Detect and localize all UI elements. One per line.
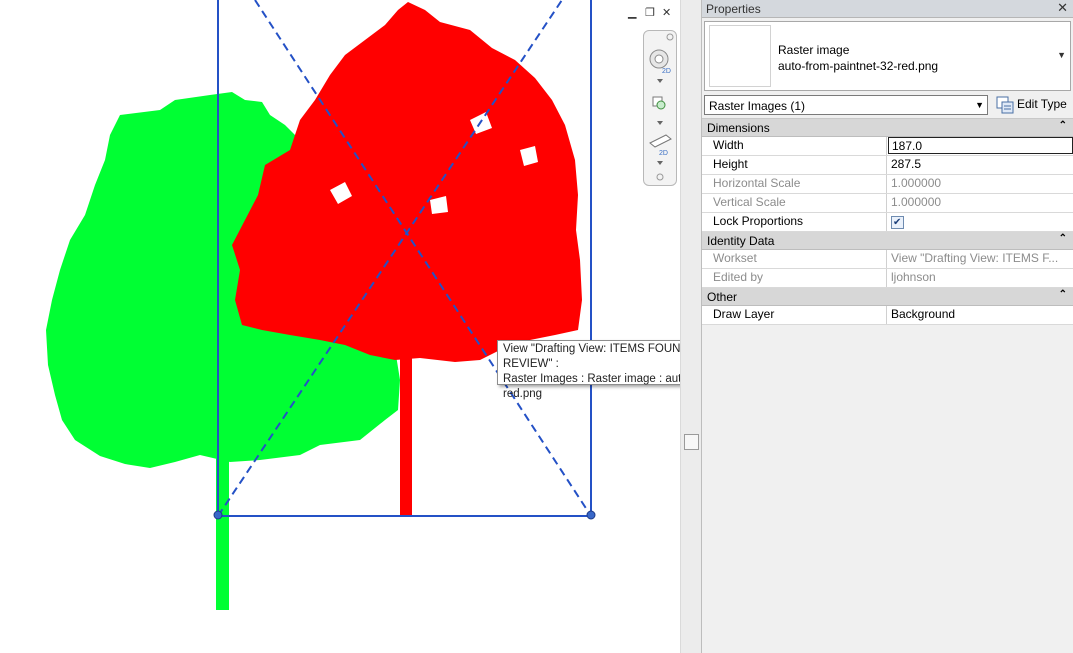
drag-grip-right[interactable]: [586, 510, 596, 520]
property-name: Horizontal Scale: [702, 175, 887, 193]
properties-titlebar[interactable]: Properties ✕: [702, 0, 1073, 18]
drawing-scene: [46, 0, 596, 610]
property-name: Vertical Scale: [702, 194, 887, 212]
group-identity-data[interactable]: Identity Data ⌃: [702, 232, 1073, 250]
element-filter-dropdown[interactable]: Raster Images (1) ▼: [704, 95, 988, 115]
width-field[interactable]: 187.0: [888, 137, 1073, 154]
navigation-bar-icons: 2D 2D: [649, 33, 674, 181]
property-name: Lock Proportions: [702, 213, 887, 231]
group-dimensions[interactable]: Dimensions ⌃: [702, 119, 1073, 137]
steering-2d-label: 2D: [659, 150, 668, 157]
collapse-icon[interactable]: ⌃: [1059, 120, 1067, 131]
chevron-down-icon[interactable]: ▼: [975, 100, 984, 110]
height-field[interactable]: 287.5: [888, 156, 1073, 174]
horizontal-scale-value: 1.000000: [891, 176, 942, 190]
drag-grip-left[interactable]: [213, 510, 223, 520]
drawing-canvas[interactable]: ▁ ❐ ✕ 2D 2D View "Drafting View: ITEMS F…: [0, 0, 680, 653]
type-selector[interactable]: Raster image auto-from-paintnet-32-red.p…: [704, 21, 1071, 91]
edit-type-button[interactable]: Edit Type: [993, 94, 1071, 116]
property-name: Workset: [702, 250, 887, 268]
lock-proportions-cell: ✔: [888, 213, 1073, 231]
checkmark-icon: ✔: [893, 217, 902, 228]
vertical-scale-value: 1.000000: [891, 195, 942, 209]
group-label: Identity Data: [707, 234, 775, 248]
properties-palette: Properties ✕ Raster image auto-from-pain…: [702, 0, 1073, 653]
close-icon[interactable]: ✕: [1057, 0, 1068, 16]
tooltip-line: red.png: [503, 388, 543, 400]
type-preview-image: [709, 25, 771, 87]
2d-steering-wheel-icon[interactable]: [649, 134, 672, 148]
zoom-region-icon[interactable]: [652, 96, 666, 110]
filter-selected-value: Raster Images (1): [709, 99, 806, 113]
chevron-down-icon[interactable]: ▼: [1057, 50, 1066, 60]
minimize-view-icon[interactable]: ▁: [628, 6, 636, 19]
edit-type-label: Edit Type: [1017, 97, 1067, 111]
zoom-dropdown-arrow-icon[interactable]: [657, 121, 663, 125]
property-row-edited-by: Edited by ljohnson: [702, 269, 1073, 288]
steering-dropdown-arrow-icon[interactable]: [657, 161, 663, 165]
navbar-close-icon[interactable]: [666, 33, 674, 41]
property-name: Width: [702, 137, 887, 155]
group-other[interactable]: Other ⌃: [702, 288, 1073, 306]
element-tooltip: View "Drafting View: ITEMS FOUND IN MODE…: [497, 340, 680, 400]
property-row-horizontal-scale: Horizontal Scale 1.000000: [702, 175, 1073, 194]
group-label: Other: [707, 290, 738, 304]
property-row-lock-proportions[interactable]: Lock Proportions ✔: [702, 213, 1073, 232]
type-name: auto-from-paintnet-32-red.png: [778, 59, 939, 73]
properties-title: Properties: [706, 2, 761, 16]
instance-properties-grid: Dimensions ⌃ Width 187.0 Height 287.5 Ho…: [702, 118, 1073, 325]
edit-type-icon: [996, 96, 1014, 114]
property-row-draw-layer[interactable]: Draw Layer Background: [702, 306, 1073, 325]
close-view-icon[interactable]: ✕: [662, 6, 671, 19]
wheel-2d-label: 2D: [662, 68, 671, 75]
collapse-icon[interactable]: ⌃: [1059, 233, 1067, 244]
tooltip-line: Raster Images : Raster image : auto-from…: [503, 373, 680, 385]
property-name: Height: [702, 156, 887, 174]
restore-view-icon[interactable]: ❐: [645, 6, 655, 19]
full-navigation-wheel-icon[interactable]: [649, 49, 669, 69]
type-category: Raster image: [778, 43, 850, 57]
tooltip-line: View "Drafting View: ITEMS FOUND IN MODE…: [503, 343, 680, 370]
property-row-height[interactable]: Height 287.5: [702, 156, 1073, 175]
collapse-icon[interactable]: ⌃: [1059, 289, 1067, 300]
property-row-width[interactable]: Width 187.0: [702, 137, 1073, 156]
property-row-vertical-scale: Vertical Scale 1.000000: [702, 194, 1073, 213]
property-row-workset: Workset View "Drafting View: ITEMS F...: [702, 250, 1073, 269]
workset-value: View "Drafting View: ITEMS F...: [891, 251, 1059, 265]
vertical-scrollbar-thumb[interactable]: [684, 434, 699, 450]
lock-proportions-checkbox[interactable]: ✔: [891, 216, 904, 229]
wheel-dropdown-arrow-icon[interactable]: [657, 79, 663, 83]
panel-splitter[interactable]: [680, 0, 702, 653]
group-label: Dimensions: [707, 121, 770, 135]
draw-layer-select[interactable]: Background: [888, 306, 1073, 324]
edited-by-value: ljohnson: [891, 270, 936, 284]
navigation-bar: 2D 2D: [643, 30, 677, 186]
property-name: Draw Layer: [702, 306, 887, 324]
navbar-options-icon[interactable]: [656, 173, 664, 181]
property-name: Edited by: [702, 269, 887, 287]
